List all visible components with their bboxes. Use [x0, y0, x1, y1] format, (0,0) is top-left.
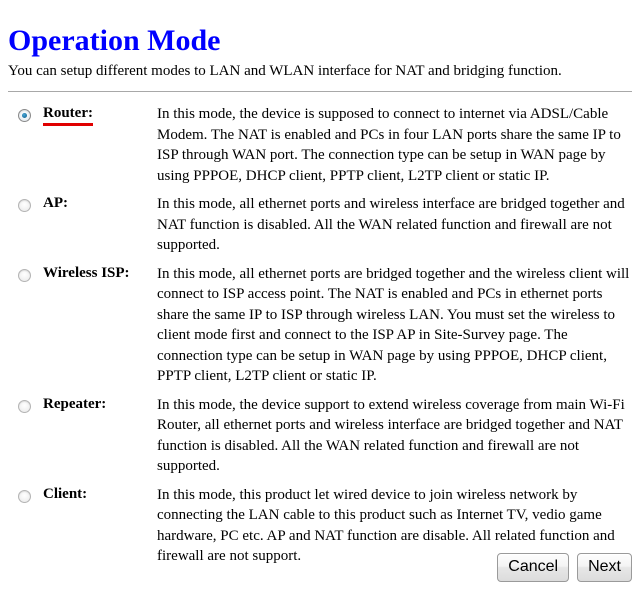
radio-repeater[interactable]: [18, 399, 31, 413]
radio-indicator-icon[interactable]: [18, 109, 31, 122]
header-divider: [8, 91, 632, 92]
page-title: Operation Mode: [8, 24, 221, 58]
mode-label-ap[interactable]: AP:: [43, 194, 153, 213]
button-bar: Cancel Next: [8, 553, 632, 582]
mode-label-router[interactable]: Router:: [43, 104, 153, 126]
radio-indicator-icon[interactable]: [18, 489, 31, 503]
radio-indicator-icon[interactable]: [18, 199, 31, 212]
radio-client[interactable]: [18, 489, 31, 503]
mode-row-router[interactable]: Router: In this mode, the device is suppo…: [0, 104, 640, 186]
mode-row-ap[interactable]: AP: In this mode, all ethernet ports and …: [0, 194, 640, 256]
mode-label-client[interactable]: Client:: [43, 485, 153, 504]
radio-wireless-isp[interactable]: [18, 268, 31, 282]
mode-label-text: AP:: [43, 195, 68, 211]
operation-mode-page: Operation Mode You can setup different m…: [0, 0, 640, 592]
cancel-button[interactable]: Cancel: [497, 553, 570, 582]
intro-text: You can setup different modes to LAN and…: [8, 63, 562, 79]
radio-indicator-icon[interactable]: [18, 268, 31, 282]
mode-label-text: Repeater:: [43, 395, 107, 412]
next-button[interactable]: Next: [577, 553, 632, 582]
mode-label-text: Client:: [43, 485, 88, 502]
mode-label-repeater[interactable]: Repeater:: [43, 395, 153, 414]
radio-indicator-icon[interactable]: [18, 399, 31, 413]
radio-ap[interactable]: [18, 199, 31, 212]
radio-router[interactable]: [18, 109, 31, 122]
mode-label-text: Router:: [43, 104, 93, 126]
mode-row-repeater[interactable]: Repeater: In this mode, the device suppor…: [0, 395, 640, 477]
mode-row-wireless-isp[interactable]: Wireless ISP: In this mode, all ethernet …: [0, 264, 640, 387]
mode-label-wireless-isp[interactable]: Wireless ISP:: [43, 264, 153, 283]
mode-label-text: Wireless ISP:: [43, 264, 130, 281]
mode-list: Router: In this mode, the device is suppo…: [0, 104, 640, 575]
